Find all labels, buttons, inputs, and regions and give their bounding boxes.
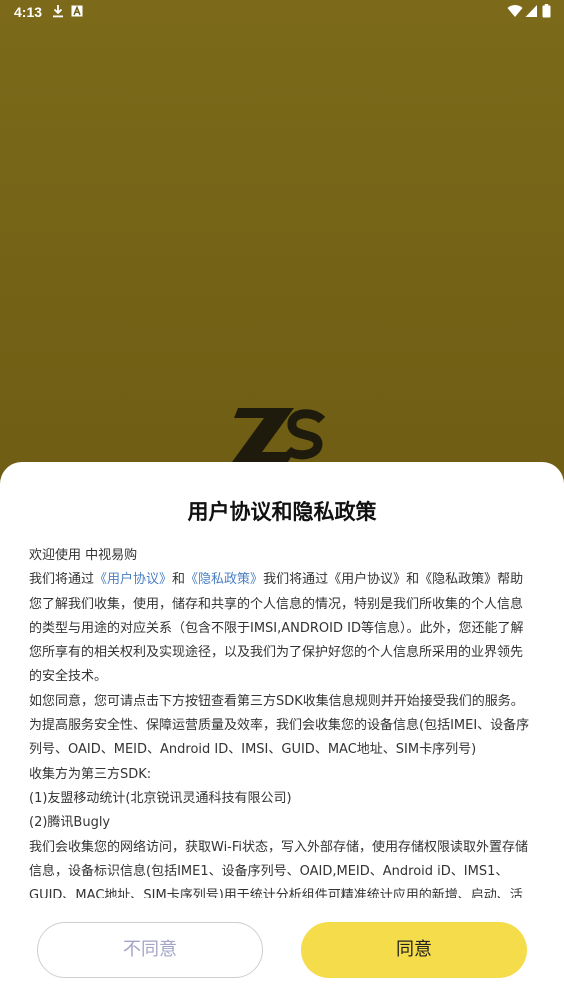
download-icon bbox=[53, 5, 63, 18]
signal-icon bbox=[525, 5, 537, 17]
and-text: 和 bbox=[172, 572, 186, 588]
app-logo bbox=[232, 408, 326, 462]
agreement-dialog: 用户协议和隐私政策 欢迎使用 中视易购 我们将通过《用户协议》和《隐私政策》我们… bbox=[0, 462, 564, 1004]
consent-paragraph: 如您同意，您可请点击下方按钮查看第三方SDK收集信息规则并开始接受我们的服务。 bbox=[29, 693, 524, 709]
dialog-title: 用户协议和隐私政策 bbox=[187, 500, 377, 524]
device-info-paragraph: 为提高服务安全性、保障运营质量及效率，我们会收集您的设备信息(包括IMEI、设备… bbox=[29, 718, 530, 758]
agreement-content[interactable]: 欢迎使用 中视易购 我们将通过《用户协议》和《隐私政策》我们将通过《用户协议》和… bbox=[29, 544, 535, 898]
sdk-item-bugly: (2)腾讯Bugly bbox=[29, 815, 111, 831]
intro-paragraph: 我们将通过《用户协议》和《隐私政策》我们将通过《用户协议》和《隐私政策》帮助您了… bbox=[29, 568, 535, 689]
agree-button[interactable]: 同意 bbox=[301, 922, 527, 978]
collector-heading: 收集方为第三方SDK: bbox=[29, 766, 152, 782]
battery-icon bbox=[542, 4, 551, 18]
disagree-button[interactable]: 不同意 bbox=[37, 922, 263, 978]
intro-rest: 我们将通过《用户协议》和《隐私政策》帮助您了解我们收集，使用，储存和共享的个人信… bbox=[29, 572, 524, 685]
user-agreement-link[interactable]: 《用户协议》 bbox=[94, 572, 172, 587]
status-bar: 4:13 bbox=[0, 0, 564, 24]
welcome-text: 欢迎使用 中视易购 bbox=[29, 548, 138, 563]
network-info-paragraph: 我们会收集您的网络访问，获取Wi-Fi状态，写入外部存储，使用存储权限读取外置存… bbox=[29, 839, 529, 898]
privacy-policy-link[interactable]: 《隐私政策》 bbox=[185, 572, 263, 587]
status-time: 4:13 bbox=[14, 4, 43, 20]
wifi-icon bbox=[507, 5, 523, 18]
intro-prefix: 我们将通过 bbox=[29, 572, 95, 588]
a-box-icon bbox=[71, 5, 83, 17]
sdk-item-umeng: (1)友盟移动统计(北京锐讯灵通科技有限公司) bbox=[29, 790, 292, 806]
